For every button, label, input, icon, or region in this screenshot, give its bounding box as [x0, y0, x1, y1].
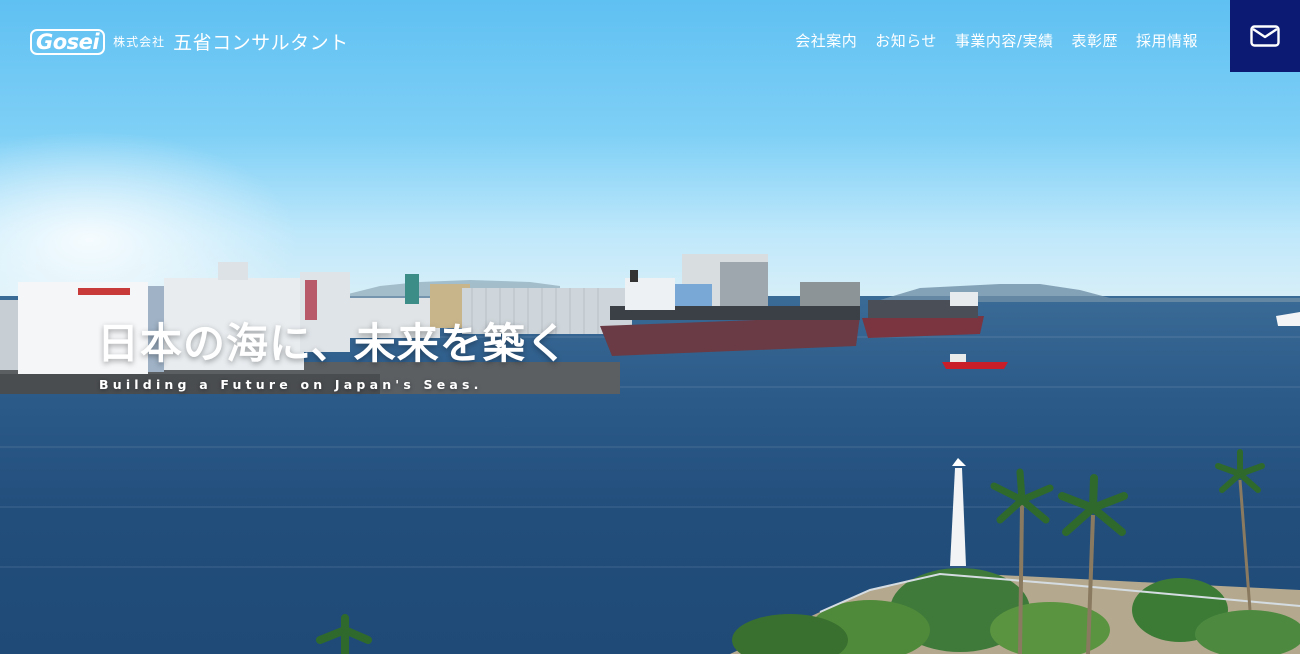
hero-subtitle: Building a Future on Japan's Seas.: [99, 377, 483, 392]
nav-awards[interactable]: 表彰歴: [1071, 30, 1118, 51]
mail-icon: [1250, 25, 1280, 47]
distant-hills: [880, 284, 1300, 302]
tug-boat: [942, 362, 1008, 369]
main-nav: 会社案内 お知らせ 事業内容/実績 表彰歴 採用情報: [795, 30, 1198, 51]
logo-mark: Gosei: [30, 28, 106, 55]
hero-headline: 日本の海に、未来を築く Building a Future on Japan's…: [97, 315, 569, 392]
nav-news[interactable]: お知らせ: [875, 30, 937, 51]
site-logo[interactable]: Gosei 株式会社 五省コンサルタント: [30, 28, 349, 55]
logo-kabushiki: 株式会社: [113, 35, 166, 49]
nav-recruit[interactable]: 採用情報: [1136, 30, 1198, 51]
monument: [950, 468, 966, 566]
cargo-ship: [600, 316, 860, 356]
site-header: Gosei 株式会社 五省コンサルタント 会社案内 お知らせ 事業内容/実績 表…: [0, 0, 1300, 72]
company-name: 五省コンサルタント: [173, 32, 349, 54]
hero-title: 日本の海に、未来を築く: [97, 319, 569, 368]
nav-company[interactable]: 会社案内: [795, 30, 857, 51]
cargo-ship-2: [862, 316, 984, 338]
contact-button[interactable]: [1230, 0, 1300, 72]
nav-business[interactable]: 事業内容/実績: [955, 30, 1054, 51]
